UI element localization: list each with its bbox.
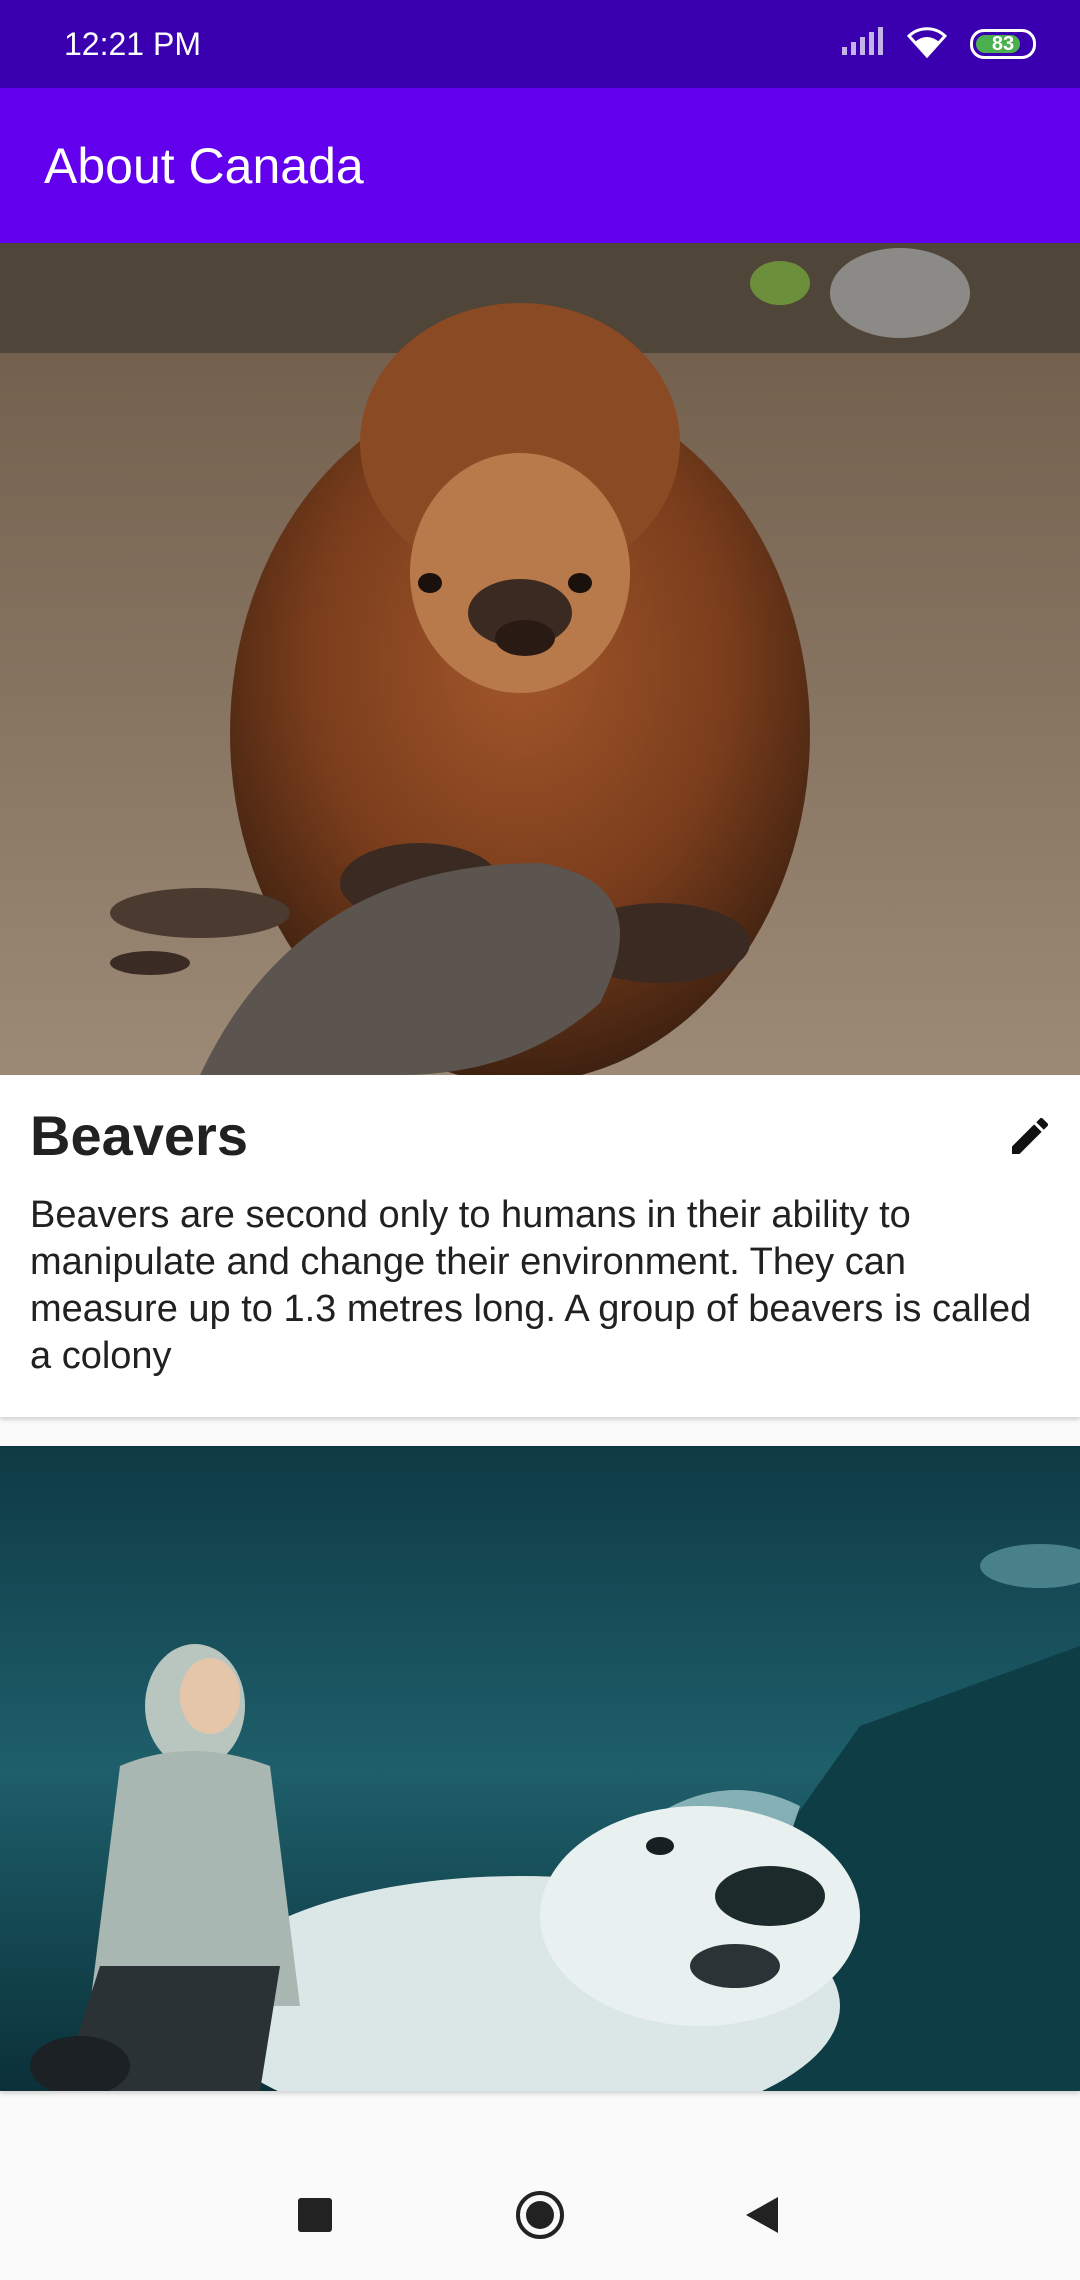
wifi-icon — [906, 26, 948, 63]
status-time: 12:21 PM — [64, 25, 201, 62]
status-icons: 83 — [840, 26, 1036, 63]
navigation-bar — [0, 2150, 1080, 2280]
recents-icon[interactable] — [298, 2198, 332, 2232]
beaver-photo — [0, 243, 1080, 1075]
battery-icon: 83 — [970, 29, 1036, 59]
card-polar-bear[interactable] — [0, 1446, 1080, 2091]
card-description: Beavers are second only to humans in the… — [30, 1194, 1032, 1377]
app-title: About Canada — [44, 137, 364, 194]
edit-icon[interactable] — [1002, 1108, 1058, 1164]
status-bar: 12:21 PM 83 — [0, 0, 1080, 88]
girl-riding-polar-bear-photo — [0, 1446, 1080, 2091]
battery-percent: 83 — [991, 32, 1015, 55]
back-icon[interactable] — [744, 2195, 780, 2235]
home-icon[interactable] — [514, 2189, 566, 2241]
card-beavers[interactable]: Beavers Beavers are second only to human… — [0, 243, 1080, 1417]
app-bar: About Canada — [0, 88, 1080, 243]
signal-icon — [840, 26, 884, 62]
card-title-row: Beavers — [0, 1103, 1080, 1168]
card-title: Beavers — [30, 1104, 248, 1167]
